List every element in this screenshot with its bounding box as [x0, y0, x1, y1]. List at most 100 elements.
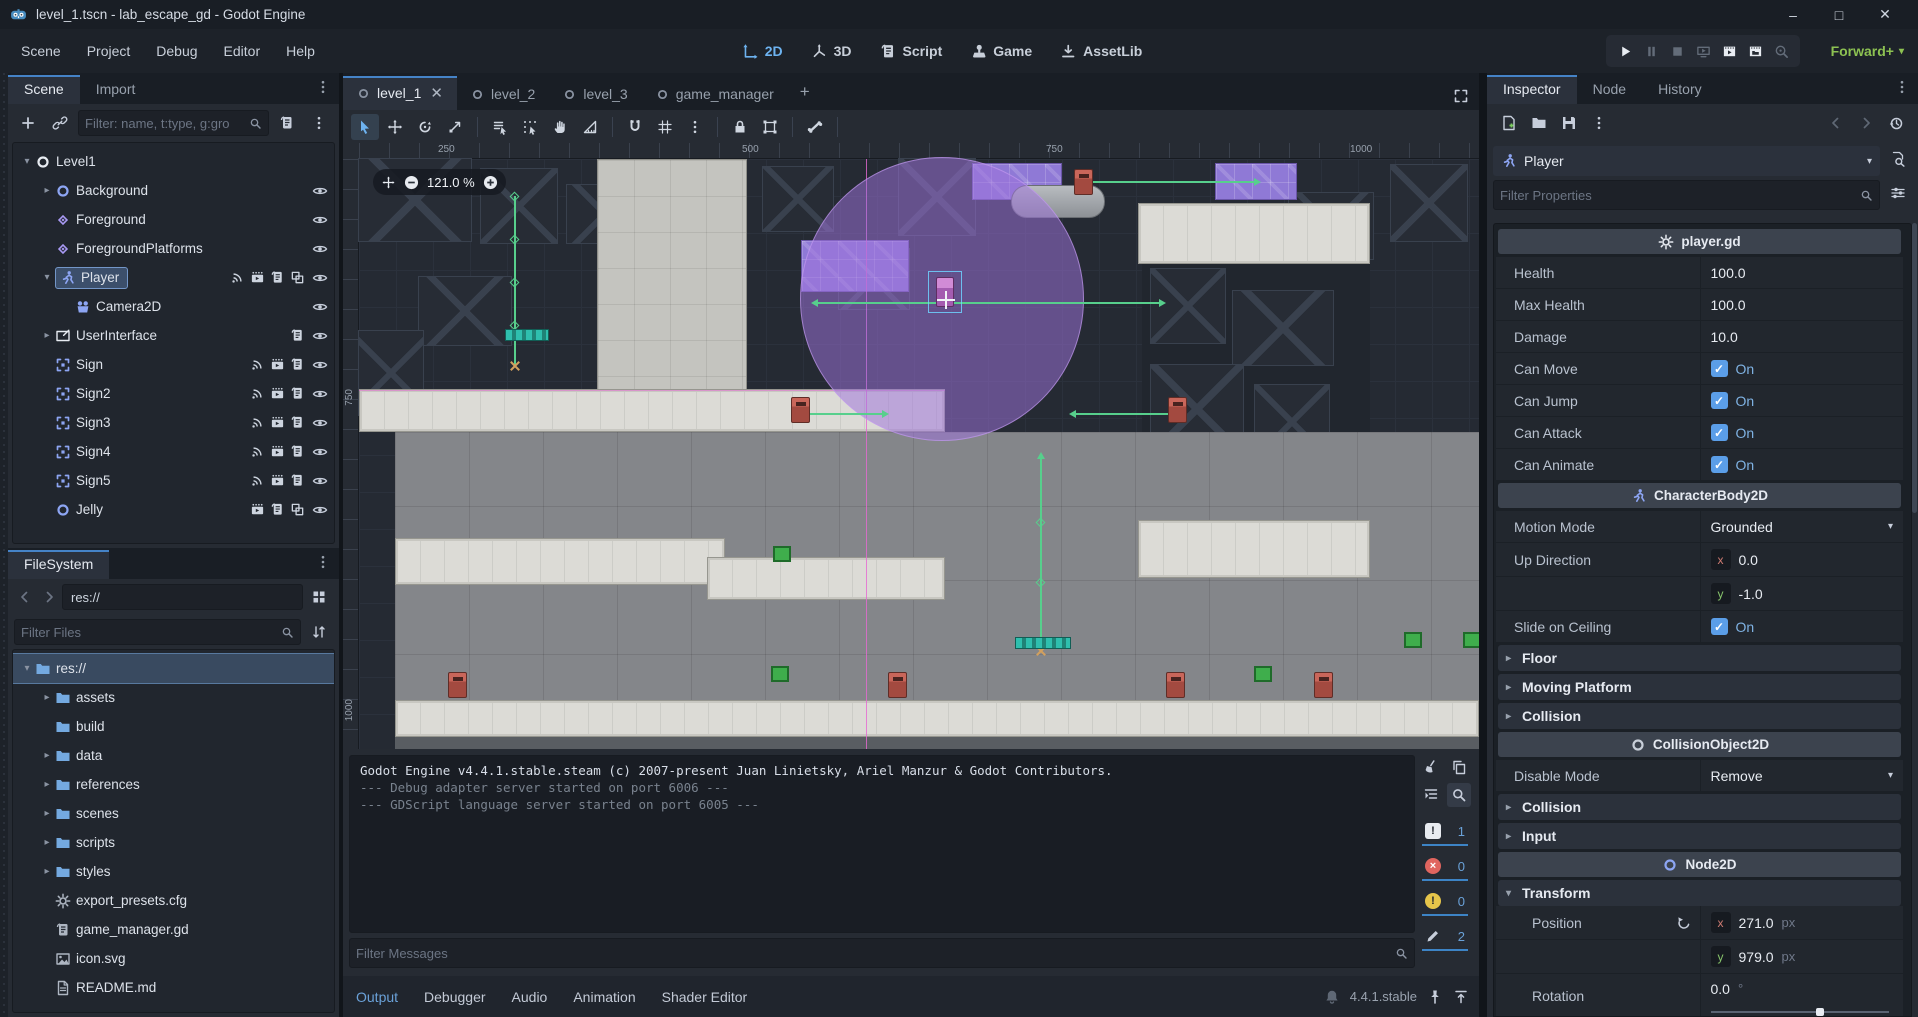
filesystem-item-data[interactable]: ▸data: [13, 741, 334, 770]
play-remote-button[interactable]: [1690, 38, 1716, 64]
play-button[interactable]: [1612, 38, 1638, 64]
fs-filter-box[interactable]: [14, 619, 301, 645]
group-button[interactable]: [756, 114, 784, 140]
view-menu[interactable]: [846, 123, 870, 131]
expander[interactable]: ▸: [39, 185, 55, 196]
property-filter-input[interactable]: [1500, 188, 1860, 203]
tab-node[interactable]: Node: [1577, 75, 1642, 104]
tab-inspector[interactable]: Inspector: [1487, 75, 1577, 104]
edited-node-selector[interactable]: Player ▾: [1493, 146, 1880, 176]
visibility-toggle[interactable]: [312, 473, 328, 489]
groups-icon[interactable]: [270, 444, 285, 459]
menu-scene[interactable]: Scene: [8, 37, 74, 65]
menu-help[interactable]: Help: [273, 37, 328, 65]
edit-history-button[interactable]: [1882, 110, 1910, 136]
visibility-toggle[interactable]: [312, 270, 328, 286]
scene-tab-game-manager[interactable]: game_manager: [642, 78, 788, 110]
vector-x-field[interactable]: x0.0: [1700, 543, 1904, 576]
workspace-3d[interactable]: 3D: [799, 38, 864, 65]
vector-x-field[interactable]: x271.0px: [1700, 906, 1904, 939]
groups-icon[interactable]: [250, 502, 265, 517]
workspace-game[interactable]: Game: [958, 38, 1044, 65]
error-count-filter-button[interactable]: × 0: [1422, 855, 1468, 881]
history-forward-button[interactable]: [1852, 110, 1880, 136]
2d-viewport[interactable]: 2505007501000 7501000: [343, 143, 1479, 749]
scene-tab-level-2[interactable]: level_2: [457, 78, 549, 110]
center-view-icon[interactable]: [381, 175, 396, 190]
property-value[interactable]: 10.0: [1700, 321, 1904, 352]
section-node2d[interactable]: Node2D: [1498, 852, 1901, 877]
scale-tool[interactable]: [441, 114, 469, 140]
warning-count-filter-button[interactable]: ! 0: [1422, 890, 1468, 916]
visibility-toggle[interactable]: [312, 183, 328, 199]
snap-options-menu[interactable]: [681, 114, 709, 140]
scene-tab-level-3[interactable]: level_3: [549, 78, 641, 110]
close-tab-icon[interactable]: ✕: [430, 84, 443, 102]
checkbox-checked[interactable]: ✓: [1711, 424, 1728, 441]
menu-project[interactable]: Project: [74, 37, 144, 65]
group-collision[interactable]: ▸Collision: [1498, 703, 1901, 729]
open-docs-button[interactable]: [1884, 146, 1912, 172]
splitter-right[interactable]: [1479, 73, 1487, 1017]
bottom-tab-animation[interactable]: Animation: [560, 989, 648, 1005]
scene-tree-item-background[interactable]: ▸Background: [13, 176, 334, 205]
property-checkbox[interactable]: ✓On: [1700, 449, 1904, 480]
script-icon[interactable]: [290, 328, 305, 343]
tab-scene[interactable]: Scene: [8, 75, 80, 104]
expander[interactable]: ▾: [39, 272, 55, 283]
movie-maker-button[interactable]: [1768, 38, 1794, 64]
pivot-tool[interactable]: [516, 114, 544, 140]
save-resource-button[interactable]: [1555, 110, 1583, 136]
groups-icon[interactable]: [270, 473, 285, 488]
fs-forward-button[interactable]: [38, 585, 60, 609]
pin-panel-button[interactable]: [1427, 989, 1443, 1005]
script-icon[interactable]: [270, 270, 285, 285]
new-scene-tab-button[interactable]: +: [788, 74, 822, 110]
script-icon[interactable]: [290, 386, 305, 401]
signal-icon[interactable]: [250, 444, 265, 459]
instance-scene-button[interactable]: [46, 110, 74, 136]
slider-handle[interactable]: [1816, 1008, 1824, 1016]
pause-button[interactable]: [1638, 38, 1664, 64]
inspector-scrollbar[interactable]: [1912, 223, 1917, 513]
scene-tree-item-sign5[interactable]: Sign5: [13, 466, 334, 495]
signal-icon[interactable]: [250, 473, 265, 488]
collapse-messages-button[interactable]: [1419, 783, 1443, 807]
bottom-tab-shader-editor[interactable]: Shader Editor: [649, 989, 761, 1005]
property-checkbox[interactable]: ✓On: [1700, 353, 1904, 384]
workspace-2d[interactable]: 2D: [730, 38, 795, 65]
filesystem-item-references[interactable]: ▸references: [13, 770, 334, 799]
section-player-gd[interactable]: player.gd: [1498, 229, 1901, 254]
zoom-level[interactable]: 121.0 %: [427, 175, 475, 190]
expander[interactable]: ▸: [39, 779, 55, 790]
filesystem-menu-button[interactable]: [307, 548, 339, 579]
revert-icon[interactable]: [1676, 915, 1692, 931]
maximize-button[interactable]: □: [1816, 0, 1862, 29]
vector-y-field[interactable]: y979.0px: [1700, 940, 1904, 973]
expander[interactable]: ▸: [39, 330, 55, 341]
add-node-button[interactable]: [14, 110, 42, 136]
groups-icon[interactable]: [270, 386, 285, 401]
visibility-toggle[interactable]: [312, 415, 328, 431]
expander[interactable]: ▸: [39, 750, 55, 761]
visibility-toggle[interactable]: [312, 328, 328, 344]
renderer-menu[interactable]: Forward+ ▾: [1831, 29, 1904, 73]
notification-bell-icon[interactable]: [1324, 989, 1340, 1005]
group-collision[interactable]: ▸Collision: [1498, 794, 1901, 820]
expander[interactable]: ▸: [39, 866, 55, 877]
pan-tool[interactable]: [546, 114, 574, 140]
slider-track[interactable]: [1711, 1011, 1890, 1013]
bottom-tab-output[interactable]: Output: [343, 989, 411, 1005]
section-characterbody2d[interactable]: CharacterBody2D: [1498, 483, 1901, 508]
expander[interactable]: ▸: [39, 692, 55, 703]
filesystem-item-export-presets-cfg[interactable]: export_presets.cfg: [13, 886, 334, 915]
fs-filter-input[interactable]: [21, 625, 281, 640]
group-input[interactable]: ▸Input: [1498, 823, 1901, 849]
attach-script-button[interactable]: [273, 110, 301, 136]
filesystem-item-build[interactable]: build: [13, 712, 334, 741]
visibility-toggle[interactable]: [312, 241, 328, 257]
property-checkbox[interactable]: ✓On: [1700, 611, 1904, 642]
expander[interactable]: ▾: [19, 663, 35, 674]
edit-count-filter-button[interactable]: 2: [1422, 925, 1468, 951]
scene-tab-level-1[interactable]: level_1 ✕: [343, 76, 457, 110]
